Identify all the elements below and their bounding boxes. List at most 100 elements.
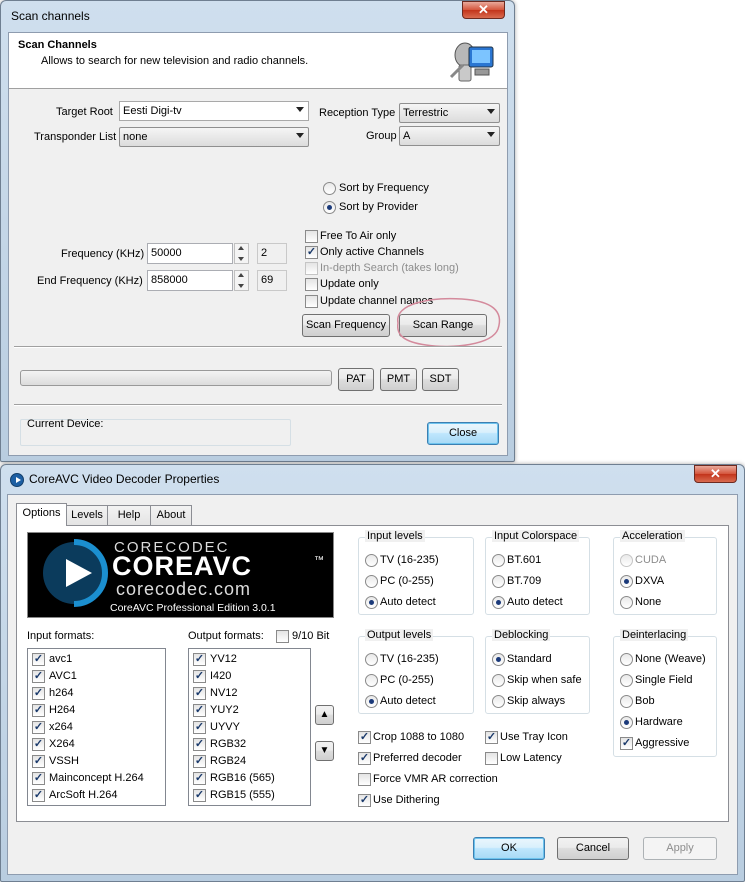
sort-by-provider-label[interactable]: Sort by Provider	[339, 201, 418, 213]
cancel-button[interactable]: Cancel	[557, 837, 629, 860]
tray-icon-label[interactable]: Use Tray Icon	[500, 731, 568, 743]
option-radio[interactable]	[492, 695, 505, 708]
scan-frequency-button[interactable]: Scan Frequency	[302, 314, 390, 337]
option-radio[interactable]	[492, 554, 505, 567]
frequency-input[interactable]: 50000	[147, 243, 233, 264]
list-item-checkbox[interactable]: ✓	[32, 704, 45, 717]
option-label[interactable]: PC (0-255)	[380, 575, 434, 587]
option-radio[interactable]	[365, 596, 378, 609]
option-label[interactable]: BT.601	[507, 554, 541, 566]
output-formats-list[interactable]: ✓ YV12 ✓ I420 ✓ NV12 ✓ YUY2 ✓ UYVY ✓ RGB32 ✓ RGB24 ✓ RG…	[188, 648, 311, 806]
option-radio[interactable]	[365, 575, 378, 588]
tab-about[interactable]: About	[150, 505, 192, 526]
option-label[interactable]: DXVA	[635, 575, 664, 587]
bit-depth-checkbox[interactable]	[276, 630, 289, 643]
tab-help[interactable]: Help	[107, 505, 151, 526]
end-frequency-input[interactable]: 858000	[147, 270, 233, 291]
only-active-label[interactable]: Only active Channels	[320, 246, 424, 258]
force-vmr-checkbox[interactable]	[358, 773, 371, 786]
update-names-checkbox[interactable]	[305, 295, 318, 308]
aggressive-label[interactable]: Aggressive	[635, 737, 689, 749]
target-root-combo[interactable]: Eesti Digi-tv	[119, 101, 309, 121]
close-button[interactable]: Close	[427, 422, 499, 445]
option-label[interactable]: Auto detect	[507, 596, 563, 608]
option-label[interactable]: Skip always	[507, 695, 565, 707]
group-combo[interactable]: A	[399, 126, 500, 146]
move-down-button[interactable]: ▼	[315, 741, 334, 761]
preferred-decoder-checkbox[interactable]: ✓	[358, 752, 371, 765]
pmt-button[interactable]: PMT	[380, 368, 417, 391]
list-item-checkbox[interactable]: ✓	[193, 687, 206, 700]
bit-depth-label[interactable]: 9/10 Bit	[292, 630, 329, 642]
option-label[interactable]: TV (16-235)	[380, 653, 439, 665]
list-item-checkbox[interactable]: ✓	[32, 721, 45, 734]
end-frequency-spinner[interactable]	[234, 270, 249, 291]
option-radio[interactable]	[492, 674, 505, 687]
tray-icon-checkbox[interactable]: ✓	[485, 731, 498, 744]
sort-by-provider-radio[interactable]	[323, 201, 336, 214]
input-formats-list[interactable]: ✓ avc1 ✓ AVC1 ✓ h264 ✓ H264 ✓ x264 ✓ X264 ✓ VSSH ✓ Main…	[27, 648, 166, 806]
option-label[interactable]: None	[635, 596, 661, 608]
free-to-air-label[interactable]: Free To Air only	[320, 230, 396, 242]
option-label[interactable]: BT.709	[507, 575, 541, 587]
tab-options[interactable]: Options	[16, 503, 67, 526]
option-radio[interactable]	[365, 554, 378, 567]
low-latency-checkbox[interactable]	[485, 752, 498, 765]
crop-checkbox[interactable]: ✓	[358, 731, 371, 744]
list-item-checkbox[interactable]: ✓	[32, 670, 45, 683]
list-item-checkbox[interactable]: ✓	[193, 653, 206, 666]
option-label[interactable]: Skip when safe	[507, 674, 582, 686]
update-only-label[interactable]: Update only	[320, 278, 379, 290]
option-radio[interactable]	[620, 695, 633, 708]
list-item-checkbox[interactable]: ✓	[193, 772, 206, 785]
list-item-checkbox[interactable]: ✓	[193, 721, 206, 734]
free-to-air-checkbox[interactable]	[305, 230, 318, 243]
option-label[interactable]: Auto detect	[380, 596, 436, 608]
list-item-checkbox[interactable]: ✓	[32, 653, 45, 666]
option-radio[interactable]	[365, 674, 378, 687]
option-radio[interactable]	[620, 716, 633, 729]
only-active-checkbox[interactable]: ✓	[305, 246, 318, 259]
option-radio[interactable]	[492, 596, 505, 609]
option-label[interactable]: None (Weave)	[635, 653, 706, 665]
dithering-checkbox[interactable]: ✓	[358, 794, 371, 807]
list-item-checkbox[interactable]: ✓	[193, 738, 206, 751]
sort-by-frequency-radio[interactable]	[323, 182, 336, 195]
option-radio[interactable]	[365, 695, 378, 708]
list-item-checkbox[interactable]: ✓	[193, 789, 206, 802]
option-label[interactable]: Hardware	[635, 716, 683, 728]
option-radio[interactable]	[492, 575, 505, 588]
update-only-checkbox[interactable]	[305, 278, 318, 291]
sort-by-frequency-label[interactable]: Sort by Frequency	[339, 182, 429, 194]
option-label[interactable]: Auto detect	[380, 695, 436, 707]
ok-button[interactable]: OK	[473, 837, 545, 860]
list-item-checkbox[interactable]: ✓	[32, 755, 45, 768]
list-item-checkbox[interactable]: ✓	[193, 704, 206, 717]
list-item-checkbox[interactable]: ✓	[193, 755, 206, 768]
option-radio[interactable]	[365, 653, 378, 666]
list-item-checkbox[interactable]: ✓	[32, 772, 45, 785]
preferred-decoder-label[interactable]: Preferred decoder	[373, 752, 462, 764]
option-radio[interactable]	[492, 653, 505, 666]
reception-type-combo[interactable]: Terrestric	[399, 103, 500, 123]
frequency-spinner[interactable]	[234, 243, 249, 264]
crop-label[interactable]: Crop 1088 to 1080	[373, 731, 464, 743]
list-item-checkbox[interactable]: ✓	[193, 670, 206, 683]
list-item-checkbox[interactable]: ✓	[32, 687, 45, 700]
list-item-checkbox[interactable]: ✓	[32, 738, 45, 751]
option-radio[interactable]	[620, 596, 633, 609]
option-radio[interactable]	[620, 575, 633, 588]
option-radio[interactable]	[620, 674, 633, 687]
option-label[interactable]: TV (16-235)	[380, 554, 439, 566]
force-vmr-label[interactable]: Force VMR AR correction	[373, 773, 498, 785]
window-close-button[interactable]: ✕	[694, 465, 737, 483]
option-label[interactable]: Bob	[635, 695, 655, 707]
sdt-button[interactable]: SDT	[422, 368, 459, 391]
option-label[interactable]: PC (0-255)	[380, 674, 434, 686]
tab-levels[interactable]: Levels	[66, 505, 108, 526]
option-radio[interactable]	[620, 653, 633, 666]
transponder-list-combo[interactable]: none	[119, 127, 309, 147]
low-latency-label[interactable]: Low Latency	[500, 752, 562, 764]
list-item-checkbox[interactable]: ✓	[32, 789, 45, 802]
move-up-button[interactable]: ▲	[315, 705, 334, 725]
